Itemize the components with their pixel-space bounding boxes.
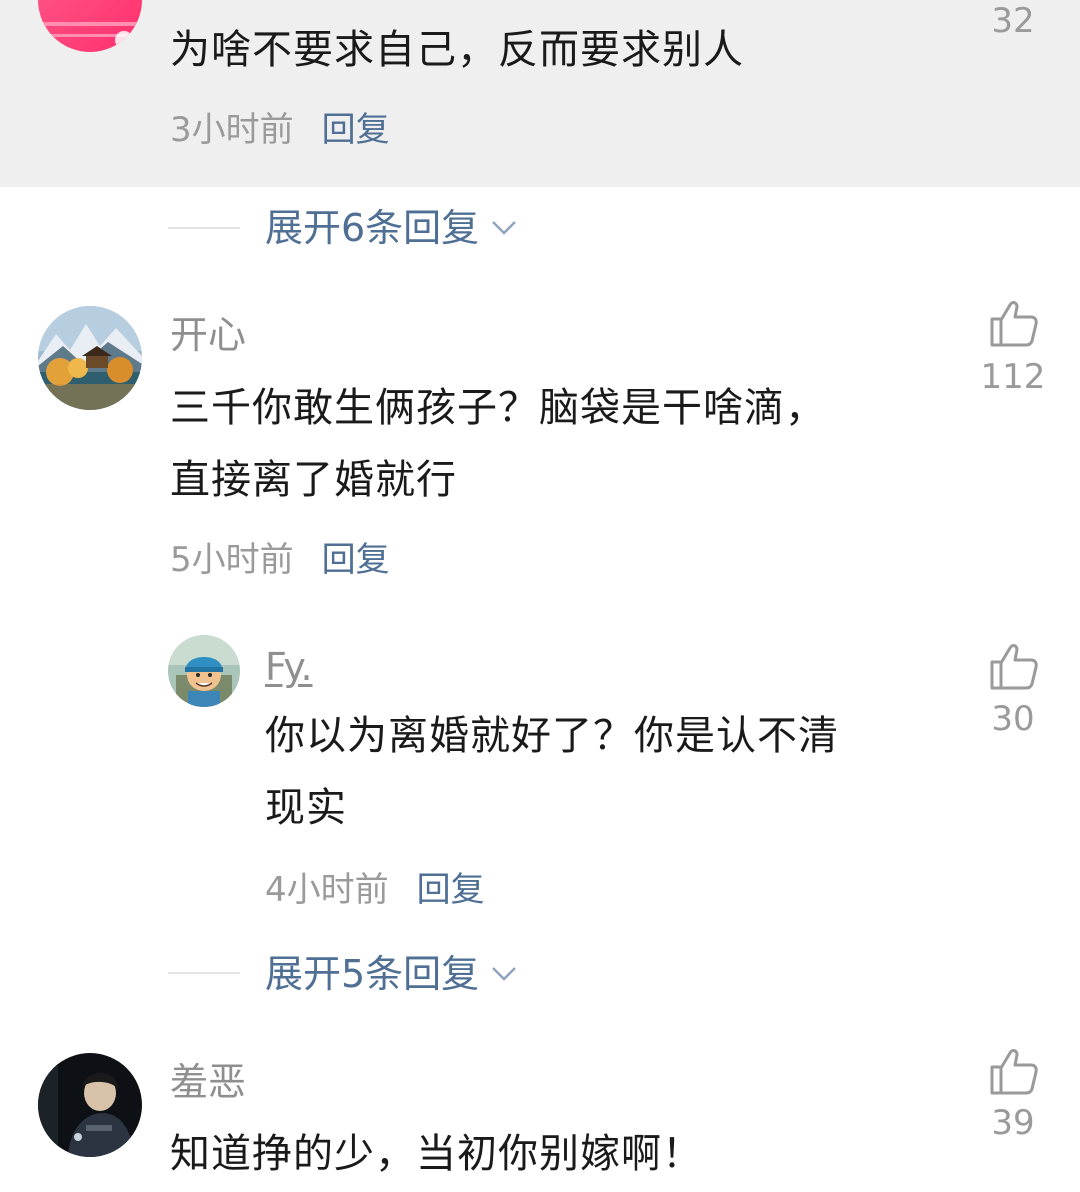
dark-photo-avatar-icon[interactable] — [38, 1053, 142, 1157]
reply-button[interactable]: 回复 — [417, 873, 485, 907]
like-count: 30 — [991, 699, 1035, 739]
like-count: 112 — [980, 357, 1046, 397]
thumbs-up-icon[interactable] — [988, 1045, 1040, 1097]
expand-replies-label: 展开6条回复 — [265, 206, 480, 250]
thumbs-up-icon[interactable] — [988, 640, 1040, 692]
comment-meta: 3小时前 回复 — [170, 113, 390, 147]
comment-content: 为啥不要求自己，反而要求别人 — [170, 14, 744, 86]
expand-replies-button[interactable]: 展开6条回复 — [265, 209, 517, 247]
expand-replies-label: 展开5条回复 — [265, 952, 480, 996]
expand-replies-button[interactable]: 展开5条回复 — [265, 955, 517, 993]
username[interactable]: Fy. — [265, 648, 313, 686]
reply-button[interactable]: 回复 — [322, 113, 390, 147]
comment-line: 直接离了婚就行 — [170, 457, 457, 503]
comment-content: 你以为离婚就好了？你是认不清 现实 — [265, 700, 839, 844]
comment-line: 你以为离婚就好了？你是认不清 — [265, 713, 839, 759]
divider — [168, 972, 240, 974]
comment-line: 知道挣的少，当初你别嫁啊！ — [170, 1131, 703, 1177]
chevron-down-icon — [491, 965, 517, 983]
comment-line: 三千你敢生俩孩子？脑袋是干啥滴， — [170, 385, 826, 431]
like-count: 32 — [991, 1, 1035, 41]
username[interactable]: 羞恶 — [170, 1063, 246, 1101]
comment-line: 为啥不要求自己，反而要求别人 — [170, 27, 744, 73]
landscape-avatar-icon[interactable] — [38, 306, 142, 410]
chevron-down-icon — [491, 219, 517, 237]
like-count: 39 — [991, 1103, 1035, 1143]
comment-time: 5小时前 — [170, 540, 294, 580]
cartoon-avatar-icon[interactable] — [168, 635, 240, 707]
reply-button[interactable]: 回复 — [322, 543, 390, 577]
comment-time: 3小时前 — [170, 110, 294, 150]
comment-content: 三千你敢生俩孩子？脑袋是干啥滴， 直接离了婚就行 — [170, 372, 826, 516]
comment-time: 4小时前 — [265, 870, 389, 910]
comment-content: 知道挣的少，当初你别嫁啊！ — [170, 1118, 703, 1190]
comment-meta: 5小时前 回复 — [170, 543, 390, 577]
divider — [168, 227, 240, 229]
thumbs-up-icon[interactable] — [988, 297, 1040, 349]
username[interactable]: 开心 — [170, 316, 246, 354]
comment-line: 现实 — [265, 785, 347, 831]
comment-meta: 4小时前 回复 — [265, 873, 485, 907]
